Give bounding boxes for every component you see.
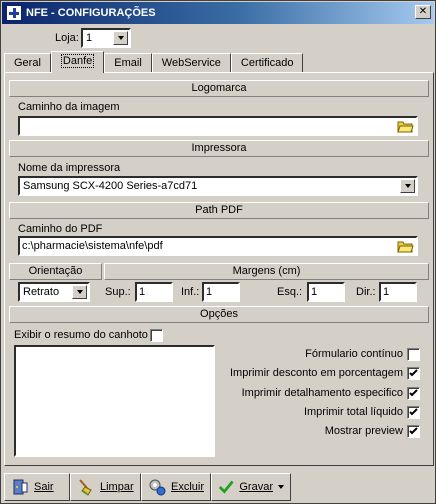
loja-select[interactable]: 1 (81, 28, 131, 48)
printer-select[interactable]: Samsung SCX-4200 Series-a7cd71 (18, 176, 418, 196)
orientation-value: Retrato (23, 286, 60, 298)
logomarca-header: Logomarca (9, 80, 429, 97)
loja-label: Loja: (55, 32, 79, 44)
opcoes-header: Opções (9, 306, 429, 323)
close-button[interactable]: ✕ (415, 5, 431, 19)
sup-input[interactable]: 1 (135, 282, 173, 302)
esq-label: Esq.: (277, 286, 303, 298)
limpar-button[interactable]: Limpar (70, 473, 141, 501)
sair-button[interactable]: Sair (4, 473, 70, 501)
dir-label: Dir.: (356, 286, 376, 298)
chevron-down-icon[interactable] (400, 179, 415, 193)
folder-open-icon[interactable] (397, 119, 414, 134)
preview-checkbox[interactable] (407, 425, 420, 438)
dir-input[interactable]: 1 (379, 282, 417, 302)
chevron-down-icon[interactable] (113, 31, 128, 45)
resumo-checkbox[interactable] (150, 329, 163, 342)
esq-input[interactable]: 1 (307, 282, 345, 302)
detalhamento-label: Imprimir detalhamento especifico (241, 387, 403, 399)
tab-certificado[interactable]: Certificado (230, 53, 304, 73)
tab-webservice[interactable]: WebService (151, 53, 231, 73)
formulario-checkbox[interactable] (407, 348, 420, 361)
title-bar[interactable]: NFE - CONFIGURAÇÕES ✕ (2, 2, 434, 24)
detalhamento-checkbox[interactable] (407, 387, 420, 400)
total-checkbox[interactable] (407, 406, 420, 419)
inf-input[interactable]: 1 (202, 282, 240, 302)
excluir-label: Excluir (170, 481, 204, 493)
orientation-select[interactable]: Retrato (18, 282, 90, 302)
checkmark-icon (218, 480, 234, 494)
image-path-label: Caminho da imagem (18, 101, 120, 113)
impressora-header: Impressora (9, 140, 429, 157)
pdf-path-input[interactable]: c:\pharmacie\sistema\nfe\pdf (18, 236, 418, 256)
delete-gear-icon (149, 479, 166, 496)
tab-geral[interactable]: Geral (4, 53, 51, 73)
orientacao-header: Orientação (9, 263, 102, 280)
printer-name-label: Nome da impressora (18, 162, 121, 174)
app-cross-icon (6, 5, 22, 21)
danfe-panel: Logomarca Caminho da imagem Impressora N… (4, 72, 434, 466)
preview-label: Mostrar preview (324, 425, 403, 437)
total-label: Imprimir total líquido (303, 406, 403, 418)
broom-icon (79, 479, 92, 496)
folder-open-icon[interactable] (397, 239, 414, 254)
gravar-button[interactable]: Gravar (211, 473, 291, 501)
tab-email[interactable]: Email (104, 53, 152, 73)
loja-value: 1 (86, 32, 93, 44)
inf-label: Inf.: (181, 286, 200, 298)
limpar-label: Limpar (100, 481, 134, 493)
margens-header: Margens (cm) (104, 263, 429, 280)
desconto-checkbox[interactable] (407, 367, 420, 380)
pdf-path-label: Caminho do PDF (18, 223, 103, 235)
action-toolbar: Sair Limpar Excluir Gravar (4, 473, 291, 501)
resumo-textarea[interactable] (14, 345, 215, 457)
excluir-button[interactable]: Excluir (141, 473, 211, 501)
sair-label: Sair (34, 481, 54, 493)
gravar-label: Gravar (239, 481, 273, 493)
pdf-header: Path PDF (9, 202, 429, 219)
desconto-label: Imprimir desconto em porcentagem (229, 367, 403, 379)
config-window: NFE - CONFIGURAÇÕES ✕ Loja: 1 Geral Danf… (0, 0, 436, 504)
image-path-input[interactable] (18, 116, 418, 136)
dropdown-arrow-icon[interactable] (278, 485, 284, 489)
window-title: NFE - CONFIGURAÇÕES (26, 7, 156, 19)
resumo-label: Exibir o resumo do canhoto (14, 329, 148, 341)
tab-bar: Geral Danfe Email WebService Certificado (4, 51, 304, 73)
chevron-down-icon[interactable] (72, 285, 87, 299)
sup-label: Sup.: (105, 286, 131, 298)
exit-door-icon (13, 479, 28, 495)
tab-danfe[interactable]: Danfe (50, 51, 105, 73)
formulario-label: Fórmulario contínuo (305, 348, 403, 360)
printer-value: Samsung SCX-4200 Series-a7cd71 (23, 180, 198, 192)
